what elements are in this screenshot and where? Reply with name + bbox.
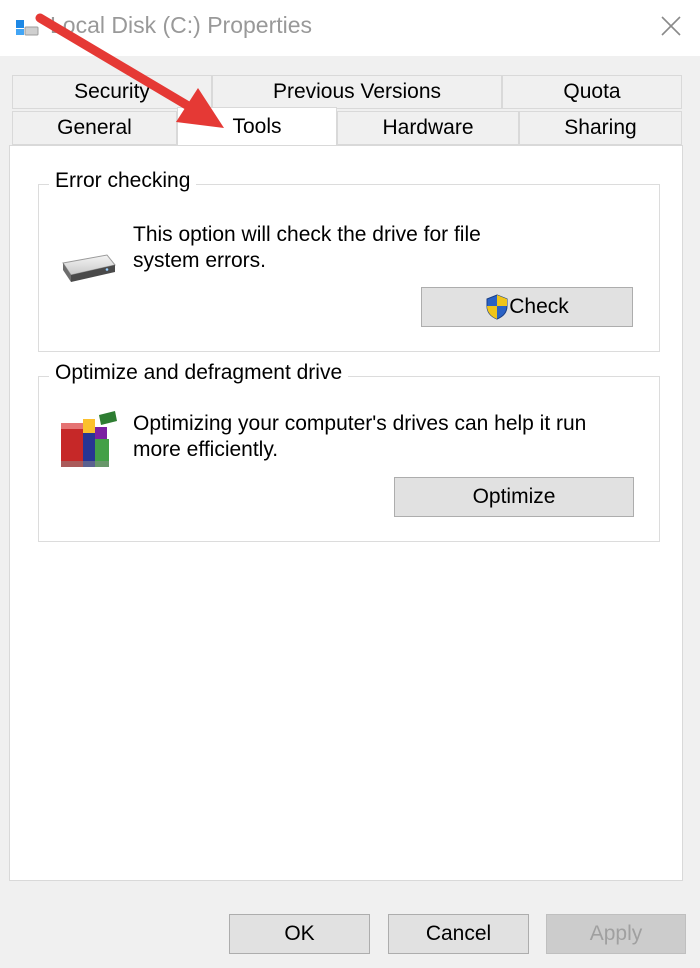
tab-previous-versions-label: Previous Versions — [272, 80, 442, 103]
check-button[interactable]: Check — [421, 287, 633, 327]
optimize-button[interactable]: Optimize — [394, 477, 634, 517]
defrag-icon — [61, 411, 117, 467]
window-drive-icon — [16, 20, 39, 36]
error-checking-description-line1: This option will check the drive for fil… — [133, 223, 481, 246]
optimize-description-line1: Optimizing your computer's drives can he… — [133, 412, 587, 435]
error-checking-group: Error checking This option will check th… — [38, 169, 660, 352]
optimize-description: Optimizing your computer's drives can he… — [133, 411, 653, 463]
optimize-button-label: Optimize — [472, 485, 556, 508]
drive-icon — [62, 254, 116, 282]
tools-tab-panel: Error checking This option will check th… — [9, 145, 683, 881]
close-button[interactable] — [648, 6, 694, 46]
error-checking-title: Error checking — [49, 169, 197, 193]
tab-security-label: Security — [74, 80, 150, 103]
tab-quota-label: Quota — [563, 80, 621, 103]
apply-button-label: Apply — [589, 922, 643, 945]
tab-sharing[interactable]: Sharing — [519, 111, 682, 145]
error-checking-description-line2: system errors. — [133, 249, 267, 272]
error-checking-description: This option will check the drive for fil… — [133, 222, 633, 274]
tab-hardware-label: Hardware — [382, 116, 474, 139]
cancel-button-label: Cancel — [425, 922, 492, 945]
tab-security[interactable]: Security — [12, 75, 212, 109]
tab-tools[interactable]: Tools — [177, 107, 337, 145]
tab-hardware[interactable]: Hardware — [337, 111, 519, 145]
window-title: Local Disk (C:) Properties — [50, 12, 313, 38]
close-icon — [661, 16, 681, 36]
ok-button[interactable]: OK — [229, 914, 370, 954]
ok-button-label: OK — [284, 922, 315, 945]
title-bar: Local Disk (C:) Properties — [0, 0, 700, 56]
optimize-title: Optimize and defragment drive — [49, 361, 349, 385]
optimize-description-line2: more efficiently. — [133, 438, 279, 461]
apply-button[interactable]: Apply — [546, 914, 686, 954]
tab-tools-label: Tools — [232, 114, 282, 138]
optimize-group: Optimize and defragment drive Optimizing… — [38, 361, 660, 542]
uac-shield-icon — [486, 294, 508, 320]
tab-sharing-label: Sharing — [564, 116, 637, 139]
tab-previous-versions[interactable]: Previous Versions — [212, 75, 502, 109]
tab-quota[interactable]: Quota — [502, 75, 682, 109]
check-button-label: Check — [509, 295, 569, 318]
tab-general-label: General — [57, 116, 132, 139]
tab-general[interactable]: General — [12, 111, 177, 145]
cancel-button[interactable]: Cancel — [388, 914, 529, 954]
